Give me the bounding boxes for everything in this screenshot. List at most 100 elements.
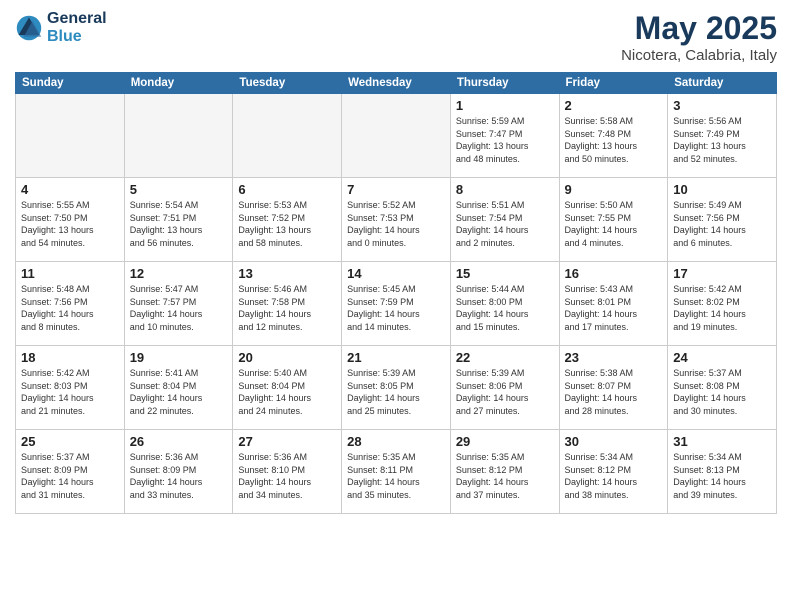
calendar-cell: 21 Sunrise: 5:39 AM Sunset: 8:05 PM Dayli…	[342, 346, 451, 430]
calendar-cell: 26 Sunrise: 5:36 AM Sunset: 8:09 PM Dayli…	[124, 430, 233, 514]
day-info: Sunrise: 5:56 AM Sunset: 7:49 PM Dayligh…	[673, 115, 771, 165]
day-info: Sunrise: 5:55 AM Sunset: 7:50 PM Dayligh…	[21, 199, 119, 249]
calendar-cell: 2Sunrise: 5:58 AM Sunset: 7:48 PM Daylig…	[559, 94, 668, 178]
day-number: 30	[565, 434, 663, 449]
day-header-monday: Monday	[124, 73, 233, 94]
calendar-cell: 13Sunrise: 5:46 AM Sunset: 7:58 PM Dayli…	[233, 262, 342, 346]
day-number: 19	[130, 350, 228, 365]
day-info: Sunrise: 5:44 AM Sunset: 8:00 PM Dayligh…	[456, 283, 554, 333]
day-info: Sunrise: 5:45 AM Sunset: 7:59 PM Dayligh…	[347, 283, 445, 333]
calendar-cell: 16Sunrise: 5:43 AM Sunset: 8:01 PM Dayli…	[559, 262, 668, 346]
day-number: 21	[347, 350, 445, 365]
day-number: 9	[565, 182, 663, 197]
calendar-cell: 24 Sunrise: 5:37 AM Sunset: 8:08 PM Dayli…	[668, 346, 777, 430]
day-number: 13	[238, 266, 336, 281]
day-header-wednesday: Wednesday	[342, 73, 451, 94]
day-info: Sunrise: 5:41 AM Sunset: 8:04 PM Dayligh…	[130, 367, 228, 417]
day-info: Sunrise: 5:49 AM Sunset: 7:56 PM Dayligh…	[673, 199, 771, 249]
day-number: 28	[347, 434, 445, 449]
day-header-saturday: Saturday	[668, 73, 777, 94]
calendar-cell: 9 Sunrise: 5:50 AM Sunset: 7:55 PM Daylig…	[559, 178, 668, 262]
day-number: 17	[673, 266, 771, 281]
day-info: Sunrise: 5:54 AM Sunset: 7:51 PM Dayligh…	[130, 199, 228, 249]
day-info: Sunrise: 5:50 AM Sunset: 7:55 PM Dayligh…	[565, 199, 663, 249]
calendar-cell: 11 Sunrise: 5:48 AM Sunset: 7:56 PM Dayli…	[16, 262, 125, 346]
day-number: 12	[130, 266, 228, 281]
day-number: 29	[456, 434, 554, 449]
logo-icon	[15, 14, 43, 42]
calendar-cell	[342, 94, 451, 178]
calendar-cell: 19 Sunrise: 5:41 AM Sunset: 8:04 PM Dayli…	[124, 346, 233, 430]
calendar-cell	[124, 94, 233, 178]
day-info: Sunrise: 5:48 AM Sunset: 7:56 PM Dayligh…	[21, 283, 119, 333]
calendar-cell: 20Sunrise: 5:40 AM Sunset: 8:04 PM Dayli…	[233, 346, 342, 430]
day-header-friday: Friday	[559, 73, 668, 94]
day-number: 20	[238, 350, 336, 365]
calendar-subtitle: Nicotera, Calabria, Italy	[621, 47, 777, 64]
day-info: Sunrise: 5:42 AM Sunset: 8:02 PM Dayligh…	[673, 283, 771, 333]
day-number: 14	[347, 266, 445, 281]
calendar-cell: 18 Sunrise: 5:42 AM Sunset: 8:03 PM Dayli…	[16, 346, 125, 430]
calendar-cell: 31Sunrise: 5:34 AM Sunset: 8:13 PM Dayli…	[668, 430, 777, 514]
day-info: Sunrise: 5:36 AM Sunset: 8:10 PM Dayligh…	[238, 451, 336, 501]
day-info: Sunrise: 5:37 AM Sunset: 8:08 PM Dayligh…	[673, 367, 771, 417]
calendar-cell: 29 Sunrise: 5:35 AM Sunset: 8:12 PM Dayli…	[450, 430, 559, 514]
day-header-sunday: Sunday	[16, 73, 125, 94]
day-number: 7	[347, 182, 445, 197]
day-number: 1	[456, 98, 554, 113]
day-number: 18	[21, 350, 119, 365]
day-info: Sunrise: 5:39 AM Sunset: 8:05 PM Dayligh…	[347, 367, 445, 417]
calendar-cell: 30 Sunrise: 5:34 AM Sunset: 8:12 PM Dayli…	[559, 430, 668, 514]
calendar-cell	[233, 94, 342, 178]
day-number: 4	[21, 182, 119, 197]
calendar-cell: 8Sunrise: 5:51 AM Sunset: 7:54 PM Daylig…	[450, 178, 559, 262]
week-row-5: 25 Sunrise: 5:37 AM Sunset: 8:09 PM Dayli…	[16, 430, 777, 514]
calendar-page: General Blue May 2025 Nicotera, Calabria…	[0, 0, 792, 612]
calendar-cell: 17 Sunrise: 5:42 AM Sunset: 8:02 PM Dayli…	[668, 262, 777, 346]
header: General Blue May 2025 Nicotera, Calabria…	[15, 10, 777, 64]
day-info: Sunrise: 5:37 AM Sunset: 8:09 PM Dayligh…	[21, 451, 119, 501]
logo: General Blue	[15, 10, 107, 47]
calendar-cell: 22Sunrise: 5:39 AM Sunset: 8:06 PM Dayli…	[450, 346, 559, 430]
day-number: 5	[130, 182, 228, 197]
calendar-cell: 12 Sunrise: 5:47 AM Sunset: 7:57 PM Dayli…	[124, 262, 233, 346]
day-header-thursday: Thursday	[450, 73, 559, 94]
day-info: Sunrise: 5:58 AM Sunset: 7:48 PM Dayligh…	[565, 115, 663, 165]
day-number: 24	[673, 350, 771, 365]
calendar-cell: 10 Sunrise: 5:49 AM Sunset: 7:56 PM Dayli…	[668, 178, 777, 262]
day-info: Sunrise: 5:42 AM Sunset: 8:03 PM Dayligh…	[21, 367, 119, 417]
calendar-cell: 5 Sunrise: 5:54 AM Sunset: 7:51 PM Daylig…	[124, 178, 233, 262]
calendar-cell: 6 Sunrise: 5:53 AM Sunset: 7:52 PM Daylig…	[233, 178, 342, 262]
day-info: Sunrise: 5:35 AM Sunset: 8:12 PM Dayligh…	[456, 451, 554, 501]
day-info: Sunrise: 5:34 AM Sunset: 8:13 PM Dayligh…	[673, 451, 771, 501]
day-number: 22	[456, 350, 554, 365]
day-number: 26	[130, 434, 228, 449]
days-header-row: SundayMondayTuesdayWednesdayThursdayFrid…	[16, 73, 777, 94]
day-info: Sunrise: 5:35 AM Sunset: 8:11 PM Dayligh…	[347, 451, 445, 501]
day-info: Sunrise: 5:53 AM Sunset: 7:52 PM Dayligh…	[238, 199, 336, 249]
calendar-title: May 2025	[621, 10, 777, 47]
day-info: Sunrise: 5:36 AM Sunset: 8:09 PM Dayligh…	[130, 451, 228, 501]
day-number: 27	[238, 434, 336, 449]
calendar-cell: 27 Sunrise: 5:36 AM Sunset: 8:10 PM Dayli…	[233, 430, 342, 514]
day-number: 6	[238, 182, 336, 197]
week-row-1: 1 Sunrise: 5:59 AM Sunset: 7:47 PM Daylig…	[16, 94, 777, 178]
day-number: 23	[565, 350, 663, 365]
calendar-cell: 7 Sunrise: 5:52 AM Sunset: 7:53 PM Daylig…	[342, 178, 451, 262]
title-block: May 2025 Nicotera, Calabria, Italy	[621, 10, 777, 64]
calendar-cell: 25 Sunrise: 5:37 AM Sunset: 8:09 PM Dayli…	[16, 430, 125, 514]
day-number: 25	[21, 434, 119, 449]
day-number: 10	[673, 182, 771, 197]
day-info: Sunrise: 5:47 AM Sunset: 7:57 PM Dayligh…	[130, 283, 228, 333]
day-number: 3	[673, 98, 771, 113]
day-info: Sunrise: 5:34 AM Sunset: 8:12 PM Dayligh…	[565, 451, 663, 501]
calendar-cell: 4 Sunrise: 5:55 AM Sunset: 7:50 PM Daylig…	[16, 178, 125, 262]
day-info: Sunrise: 5:52 AM Sunset: 7:53 PM Dayligh…	[347, 199, 445, 249]
day-info: Sunrise: 5:43 AM Sunset: 8:01 PM Dayligh…	[565, 283, 663, 333]
day-info: Sunrise: 5:59 AM Sunset: 7:47 PM Dayligh…	[456, 115, 554, 165]
calendar-cell: 14 Sunrise: 5:45 AM Sunset: 7:59 PM Dayli…	[342, 262, 451, 346]
day-number: 11	[21, 266, 119, 281]
day-info: Sunrise: 5:38 AM Sunset: 8:07 PM Dayligh…	[565, 367, 663, 417]
day-header-tuesday: Tuesday	[233, 73, 342, 94]
calendar-cell: 15Sunrise: 5:44 AM Sunset: 8:00 PM Dayli…	[450, 262, 559, 346]
